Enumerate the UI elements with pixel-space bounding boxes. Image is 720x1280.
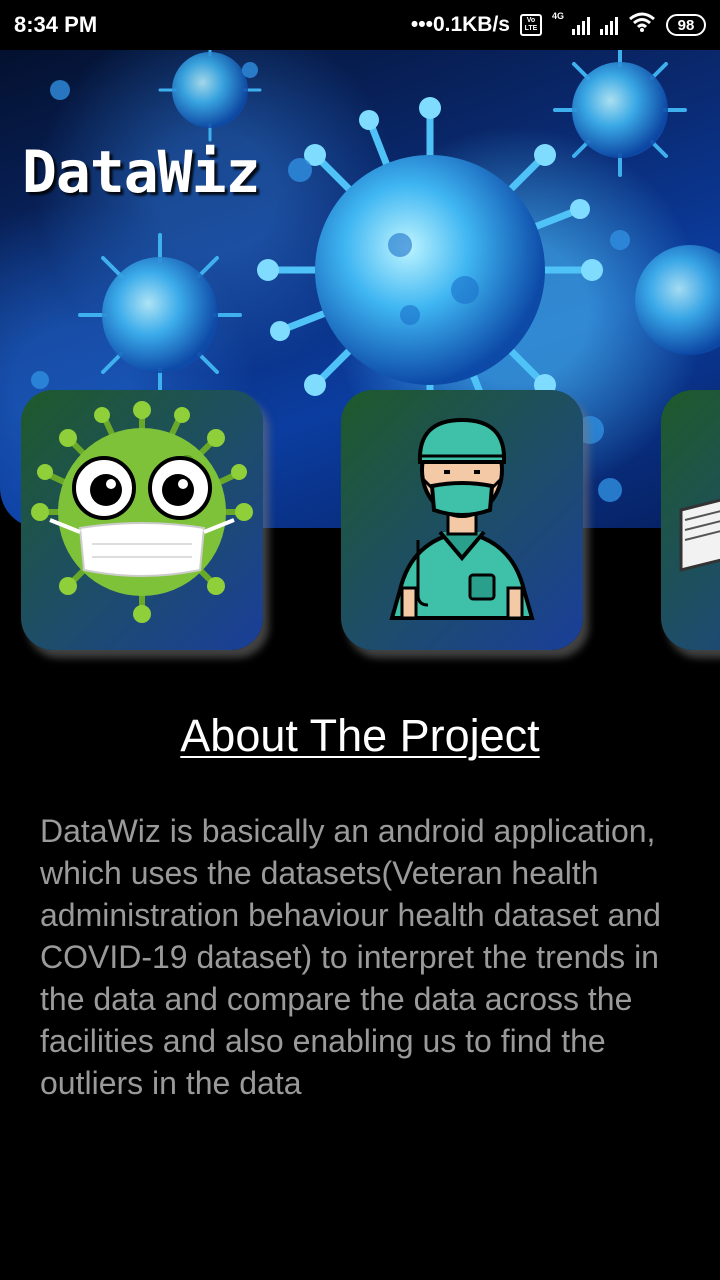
status-time: 8:34 PM bbox=[14, 12, 98, 37]
status-icons: •••0.1KB/s Vo LTE 4G 98 bbox=[411, 11, 706, 39]
volte-icon: Vo LTE bbox=[519, 14, 542, 36]
wifi-icon bbox=[628, 11, 656, 39]
about-description: DataWiz is basically an android applicat… bbox=[40, 813, 661, 1101]
battery-level: 98 bbox=[677, 16, 695, 34]
card-covid[interactable] bbox=[21, 390, 263, 650]
dataset-papers-icon bbox=[679, 498, 720, 572]
doctor-icon bbox=[389, 417, 535, 620]
card-dataset[interactable] bbox=[661, 390, 720, 650]
virus-mask-icon bbox=[31, 401, 253, 623]
battery-icon: 98 bbox=[666, 14, 706, 36]
status-bar: 8:34 PM •••0.1KB/s Vo LTE 4G 98 bbox=[0, 0, 720, 50]
network-speed: •••0.1KB/s bbox=[410, 13, 510, 36]
network-type: 4G bbox=[551, 11, 564, 21]
app-title: DataWiz bbox=[22, 138, 260, 206]
signal-icon bbox=[572, 15, 590, 35]
signal-icon bbox=[600, 15, 618, 35]
about-title: About The Project bbox=[180, 710, 540, 761]
app-screen: 8:34 PM •••0.1KB/s Vo LTE 4G 98 DataWiz … bbox=[0, 0, 720, 1280]
card-healthcare[interactable] bbox=[341, 390, 583, 650]
